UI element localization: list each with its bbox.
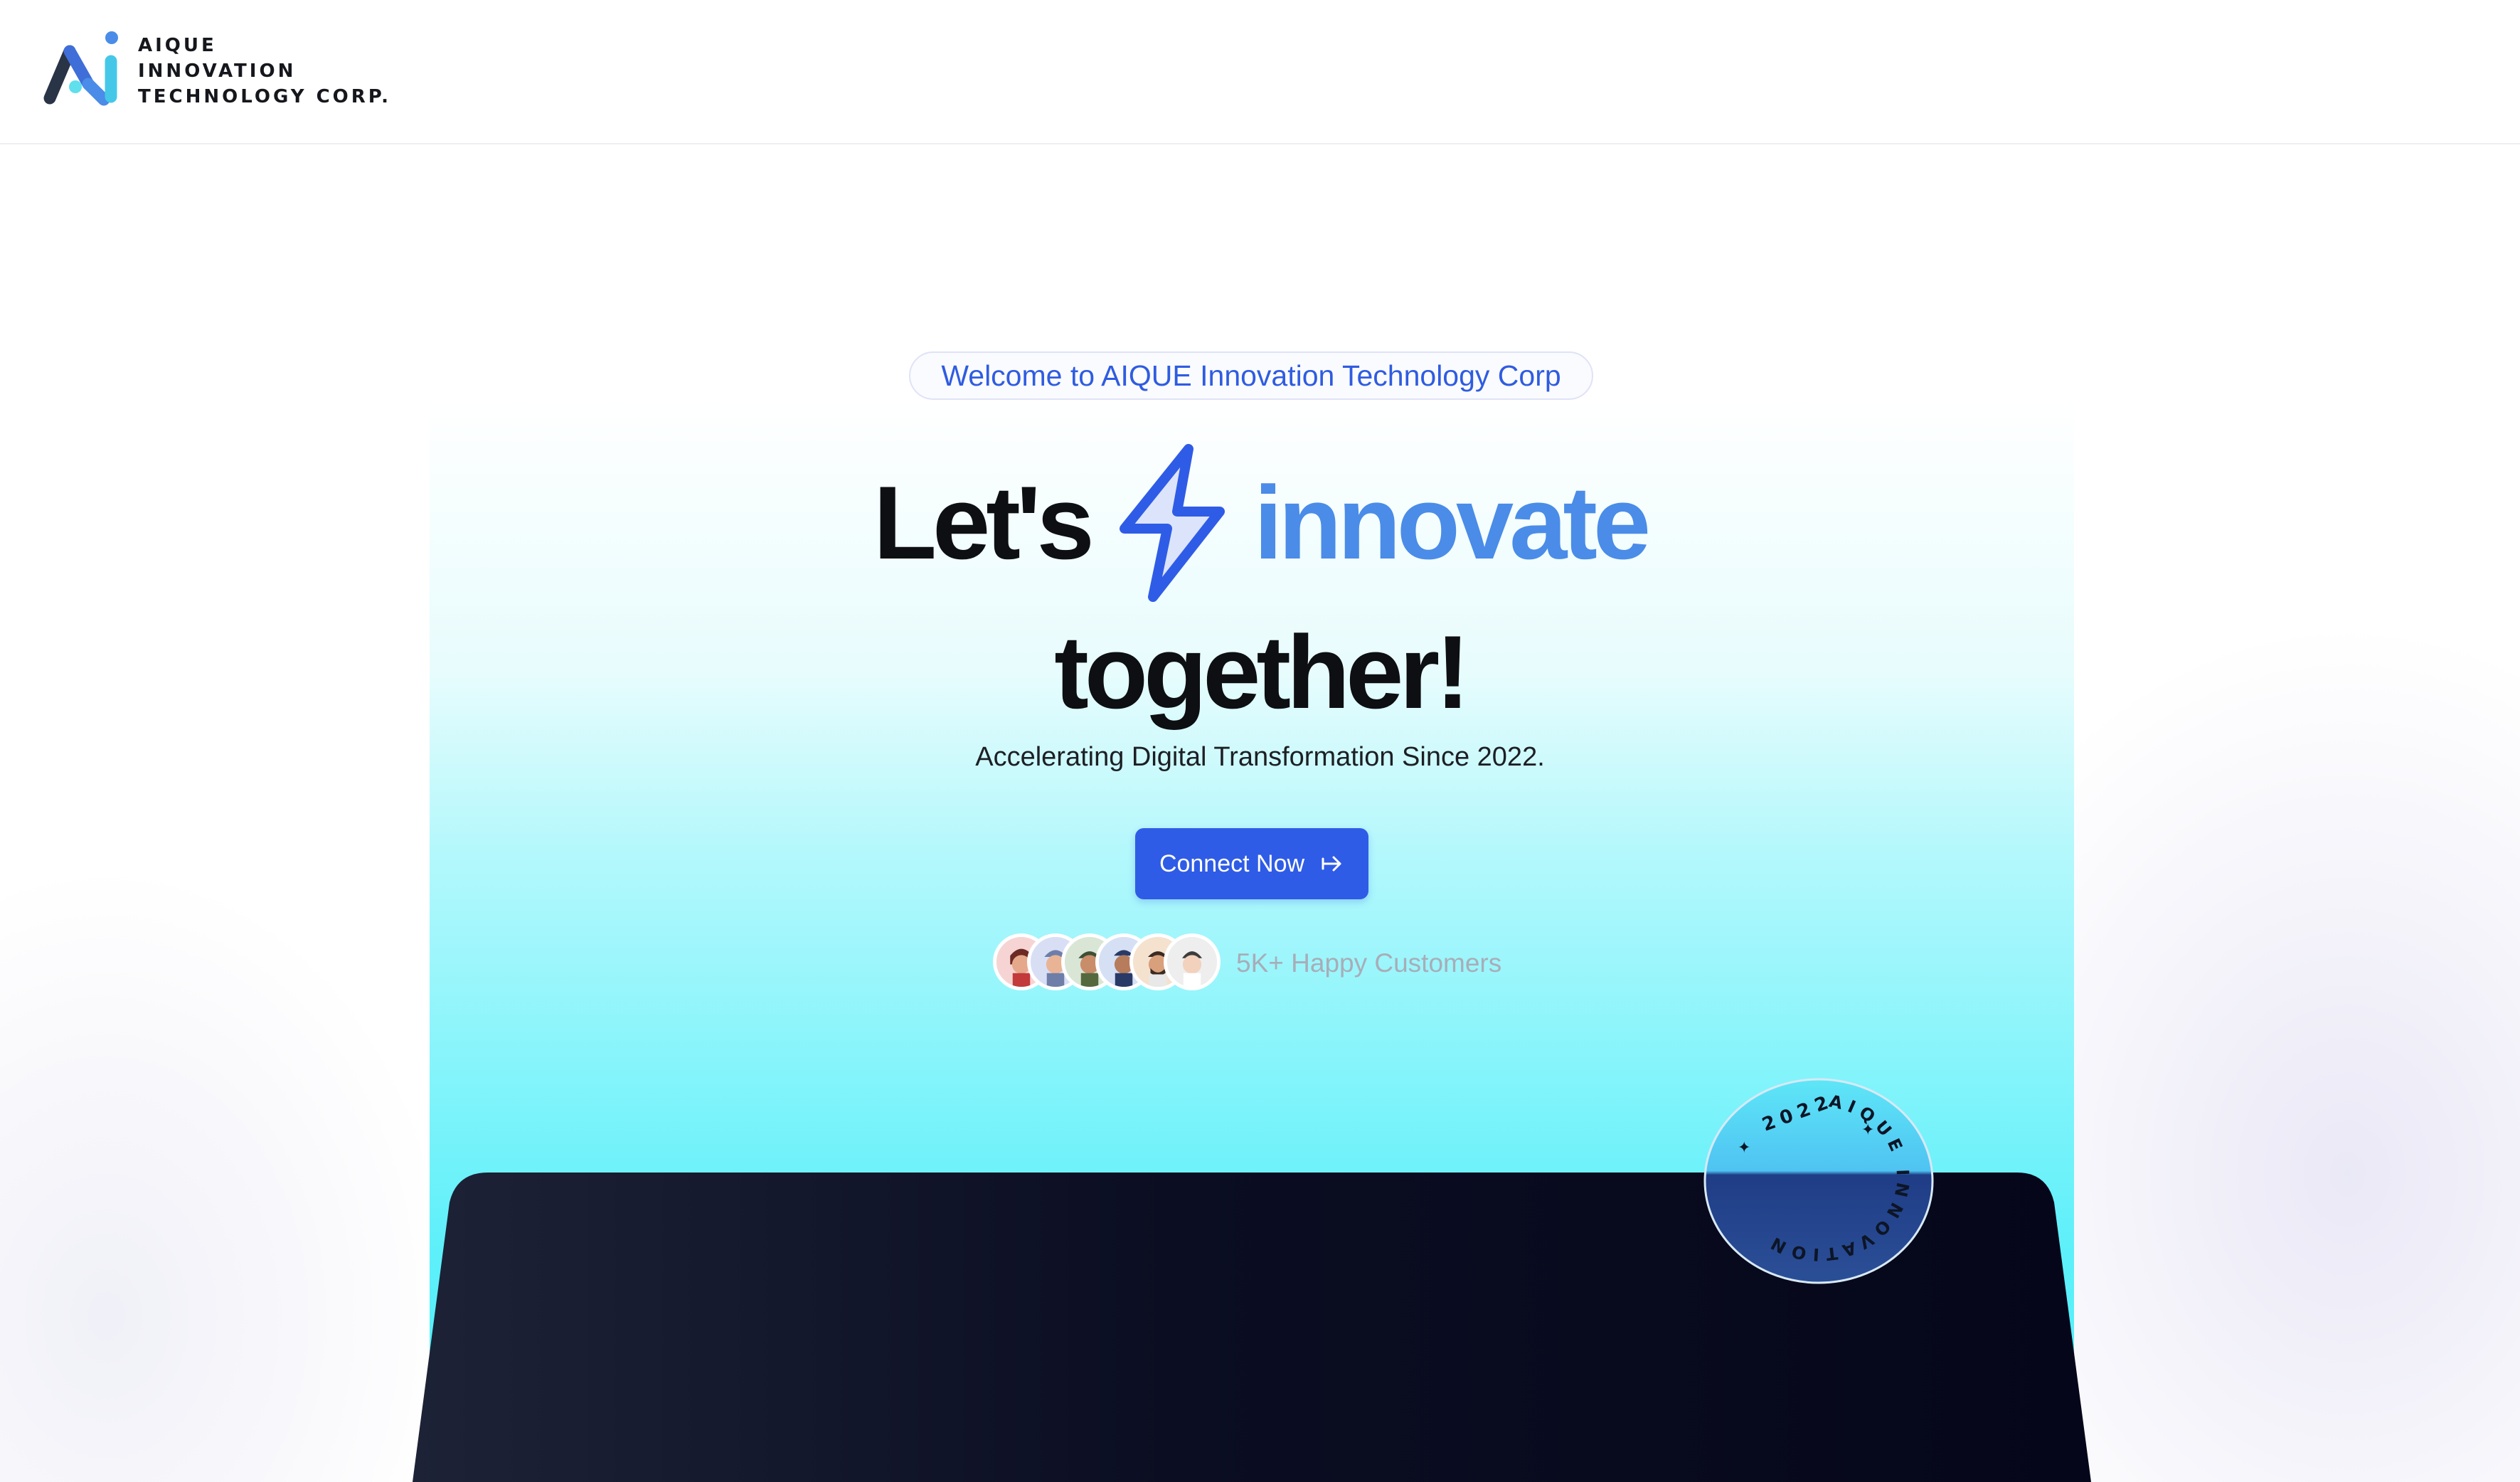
lightning-bolt-icon xyxy=(1119,443,1225,602)
svg-text:✦: ✦ xyxy=(1861,1121,1874,1139)
brand-name: AIQUE INNOVATION TECHNOLOGY CORP. xyxy=(138,33,391,110)
customers-count-text: 5K+ Happy Customers xyxy=(1236,948,1502,978)
connect-now-label: Connect Now xyxy=(1159,849,1305,877)
site-header: AIQUE INNOVATION TECHNOLOGY CORP. xyxy=(0,0,2520,144)
innovation-year-badge: AIQUE INNOVATION 2022 ✦ ✦ xyxy=(1703,1078,1934,1284)
landing-page: AIQUE INNOVATION TECHNOLOGY CORP. Welcom… xyxy=(0,0,2520,1482)
welcome-badge: Welcome to AIQUE Innovation Technology C… xyxy=(909,351,1593,400)
brand-line-2: INNOVATION xyxy=(138,60,297,82)
svg-text:✦: ✦ xyxy=(1738,1139,1750,1157)
headline-word-lets: Let's xyxy=(873,465,1095,581)
hero-subtitle: Accelerating Digital Transformation Sinc… xyxy=(975,742,1545,772)
happy-customers: 5K+ Happy Customers xyxy=(993,931,1501,996)
hero-headline-line-2: together! xyxy=(1054,614,1470,730)
customer-avatars xyxy=(993,931,1228,996)
brand-line-3: TECHNOLOGY CORP. xyxy=(138,86,391,107)
arrow-right-icon xyxy=(1322,856,1341,872)
headline-word-innovate: innovate xyxy=(1253,465,1651,581)
connect-now-button[interactable]: Connect Now xyxy=(1135,828,1368,899)
aique-logo-icon xyxy=(43,31,118,106)
brand-line-1: AIQUE xyxy=(138,35,217,56)
brand-logo[interactable]: AIQUE INNOVATION TECHNOLOGY CORP. xyxy=(40,28,391,114)
hero-headline-line-1: Let's innovate xyxy=(0,427,2520,619)
avatar xyxy=(1164,933,1221,990)
